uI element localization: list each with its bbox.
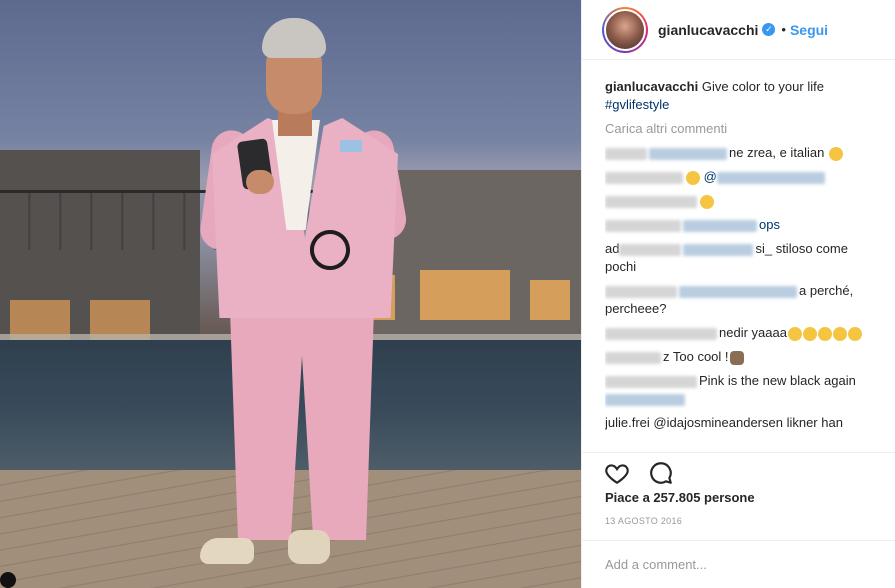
redacted-mention <box>679 285 797 298</box>
user-tag-icon[interactable] <box>0 572 16 588</box>
hand <box>246 170 274 194</box>
redacted-mention <box>605 393 685 406</box>
redacted-username <box>605 171 683 184</box>
trousers <box>230 310 374 540</box>
add-comment-bar <box>582 540 895 588</box>
follow-button[interactable]: Segui <box>790 22 828 38</box>
comment-item: ops <box>605 216 877 234</box>
comment-item: z Too cool ! <box>605 348 877 366</box>
heart-icon[interactable] <box>604 460 630 486</box>
comment-input[interactable] <box>605 557 855 572</box>
redacted-username <box>605 219 681 232</box>
redacted-username <box>605 195 697 208</box>
comment-item: Pink is the new black again <box>605 372 877 408</box>
caption-hashtag[interactable]: #gvlifestyle <box>605 97 669 112</box>
post-sidebar: gianlucavacchi ✓ • Segui gianlucavacchi … <box>581 0 895 588</box>
comment-item: a perché, percheee? <box>605 283 854 316</box>
comment-item <box>605 192 877 210</box>
redacted-username <box>605 327 717 340</box>
comment-item: nedir yaaaa <box>605 324 877 342</box>
redacted-mention <box>683 243 754 256</box>
avatar[interactable] <box>602 6 648 53</box>
header-username[interactable]: gianlucavacchi <box>658 22 758 38</box>
comments-list: gianlucavacchi Give color to your life #… <box>605 78 877 450</box>
man-in-pink-suit <box>197 10 410 588</box>
surprised-emoji <box>802 326 817 341</box>
pray-emoji <box>729 350 744 365</box>
caption-username[interactable]: gianlucavacchi <box>605 79 698 94</box>
caption-text: Give color to your life <box>701 79 824 94</box>
redacted-username <box>605 285 677 298</box>
verified-icon: ✓ <box>762 23 776 36</box>
action-bar <box>582 452 895 492</box>
house-left <box>0 150 200 360</box>
post-date[interactable]: 13 AGOSTO 2016 <box>605 516 682 526</box>
comment-item: ad si_ stiloso come pochi <box>605 241 848 274</box>
smile-emoji <box>686 170 700 185</box>
redacted-username <box>605 147 647 160</box>
redacted-mention <box>683 219 757 232</box>
heart-eyes-emoji <box>829 146 844 161</box>
grimace-emoji <box>787 326 802 341</box>
shoe-right <box>288 530 330 564</box>
post-photo[interactable] <box>0 0 581 588</box>
redacted-mention <box>649 147 727 160</box>
redacted-mention <box>716 171 825 184</box>
comment-icon[interactable] <box>648 460 674 486</box>
likes-count[interactable]: Piace a 257.805 persone <box>605 490 755 505</box>
load-more-comments[interactable]: Carica altri commenti <box>605 120 877 138</box>
redacted-username <box>605 351 661 364</box>
surprised-emoji <box>817 326 832 341</box>
pocket-square <box>340 140 362 152</box>
instagram-post: gianlucavacchi ✓ • Segui gianlucavacchi … <box>0 0 895 588</box>
redacted-username <box>605 375 697 388</box>
comment-item: julie.frei @idajosmineandersen likner ha… <box>605 415 843 430</box>
caption: gianlucavacchi Give color to your life #… <box>605 78 877 114</box>
face-emoji <box>700 194 714 209</box>
hair <box>262 18 326 58</box>
separator-dot: • <box>781 22 786 37</box>
post-header: gianlucavacchi ✓ • Segui <box>582 0 895 60</box>
redacted-username <box>619 243 682 256</box>
surprised-emoji <box>832 326 847 341</box>
shoe-left <box>200 538 254 564</box>
comment-item: @ <box>605 168 877 186</box>
surprised-emoji <box>847 326 862 341</box>
comment-item: ne zrea, e italian <box>605 144 877 162</box>
